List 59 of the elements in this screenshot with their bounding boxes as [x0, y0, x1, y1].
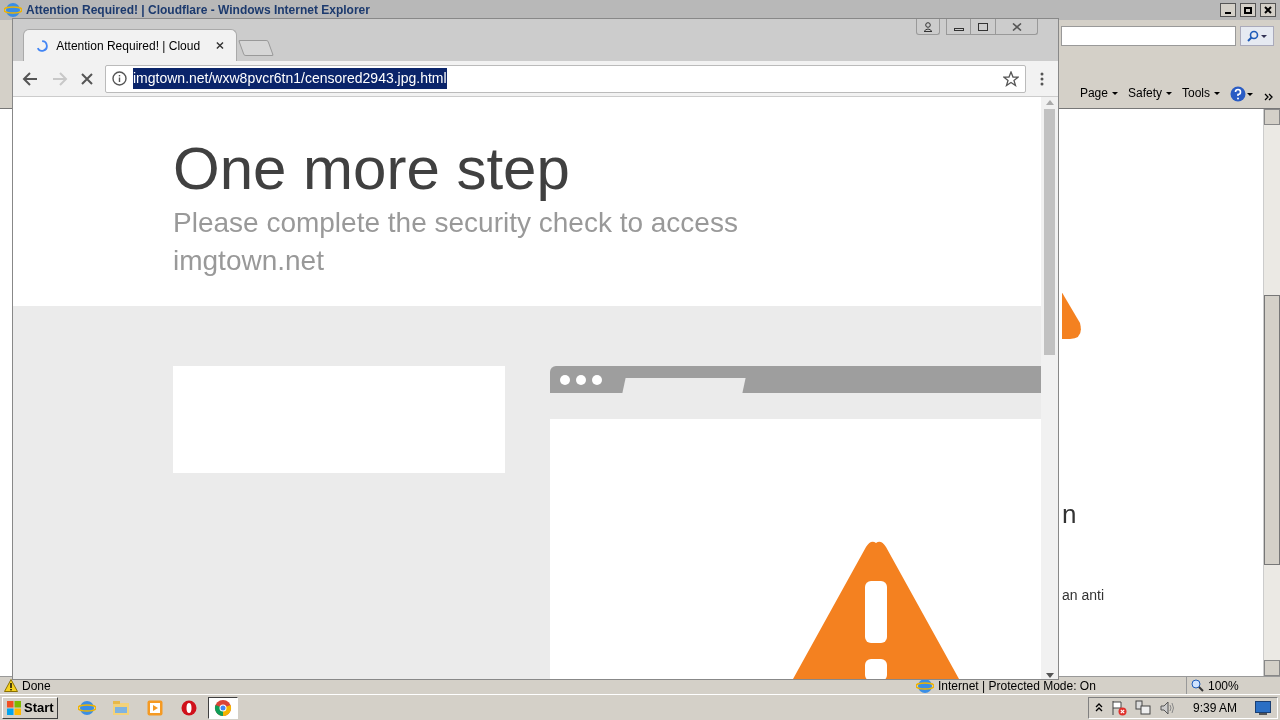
warning-icon — [4, 679, 18, 692]
zoom-icon — [1191, 679, 1204, 692]
show-desktop-icon[interactable] — [1255, 700, 1271, 715]
start-button[interactable]: Start — [2, 696, 58, 719]
globe-icon — [4, 1, 22, 19]
command-menu[interactable]: Safety — [1127, 84, 1172, 102]
status-text: Done — [22, 677, 51, 695]
taskbar-app-button[interactable] — [207, 696, 238, 719]
browser-tab[interactable]: Attention Required! | Cloud — [23, 29, 237, 61]
url-text: imgtown.net/wxw8pvcr6tn1/censored2943.jpg.html — [133, 68, 447, 89]
star-icon[interactable] — [1003, 70, 1019, 87]
scroll-thumb[interactable] — [1264, 295, 1280, 565]
profile-button[interactable] — [916, 19, 940, 35]
scroll-down-arrow[interactable] — [1044, 673, 1055, 679]
restore-button[interactable] — [1240, 3, 1256, 17]
maximize-button[interactable] — [971, 19, 996, 35]
speaker-icon[interactable] — [1158, 699, 1175, 716]
play-icon — [146, 699, 163, 716]
scroll-thumb[interactable] — [1044, 109, 1055, 355]
close-button[interactable] — [1260, 3, 1276, 17]
clock[interactable]: 9:39 AM — [1182, 698, 1247, 717]
zone-text: Internet | Protected Mode: On — [938, 677, 1097, 695]
search-icon — [1247, 30, 1259, 42]
tab-title: Attention Required! | Cloud — [56, 37, 201, 55]
help-icon[interactable] — [1230, 86, 1254, 102]
chevron-up-icon[interactable] — [1094, 702, 1103, 713]
network-icon[interactable] — [1134, 699, 1151, 716]
minimize-icon — [953, 28, 964, 31]
page-text: n — [1062, 501, 1078, 527]
close-icon[interactable] — [216, 41, 224, 50]
info-icon — [112, 71, 127, 86]
windows-logo-icon — [6, 699, 22, 716]
chevron-icon[interactable] — [1264, 92, 1274, 102]
person-icon — [923, 21, 933, 32]
flag-error-icon[interactable] — [1110, 699, 1127, 716]
search-field[interactable] — [1061, 26, 1236, 46]
restore-icon — [1244, 6, 1252, 14]
minimize-icon — [1225, 12, 1231, 14]
page-heading: One more step — [173, 135, 571, 203]
maximize-icon — [978, 22, 988, 31]
page-text: an anti — [1062, 586, 1106, 605]
caret-icon — [1261, 34, 1267, 38]
window-title: Attention Required! | Cloudflare - Windows Internet Explorer — [26, 3, 370, 17]
command-menu[interactable]: Tools — [1182, 84, 1220, 102]
minimize-button[interactable] — [1220, 3, 1236, 17]
domain-text: imgtown.net — [173, 244, 325, 278]
globe-icon — [77, 698, 96, 717]
search-button[interactable] — [1240, 26, 1274, 46]
scrollbar[interactable] — [1041, 97, 1058, 679]
close-icon — [1264, 6, 1272, 14]
command-menu[interactable]: Page — [1079, 84, 1118, 102]
page-subheading: Please complete the security check to access — [173, 206, 739, 240]
ring-icon — [180, 699, 197, 716]
address-bar[interactable]: imgtown.net/wxw8pvcr6tn1/censored2943.jpg.html — [105, 64, 1026, 93]
minimize-button[interactable] — [946, 19, 971, 35]
close-icon — [1011, 22, 1022, 31]
folder-icon — [111, 699, 130, 716]
scrollbar[interactable] — [1263, 109, 1280, 676]
chrome-icon — [213, 698, 232, 717]
